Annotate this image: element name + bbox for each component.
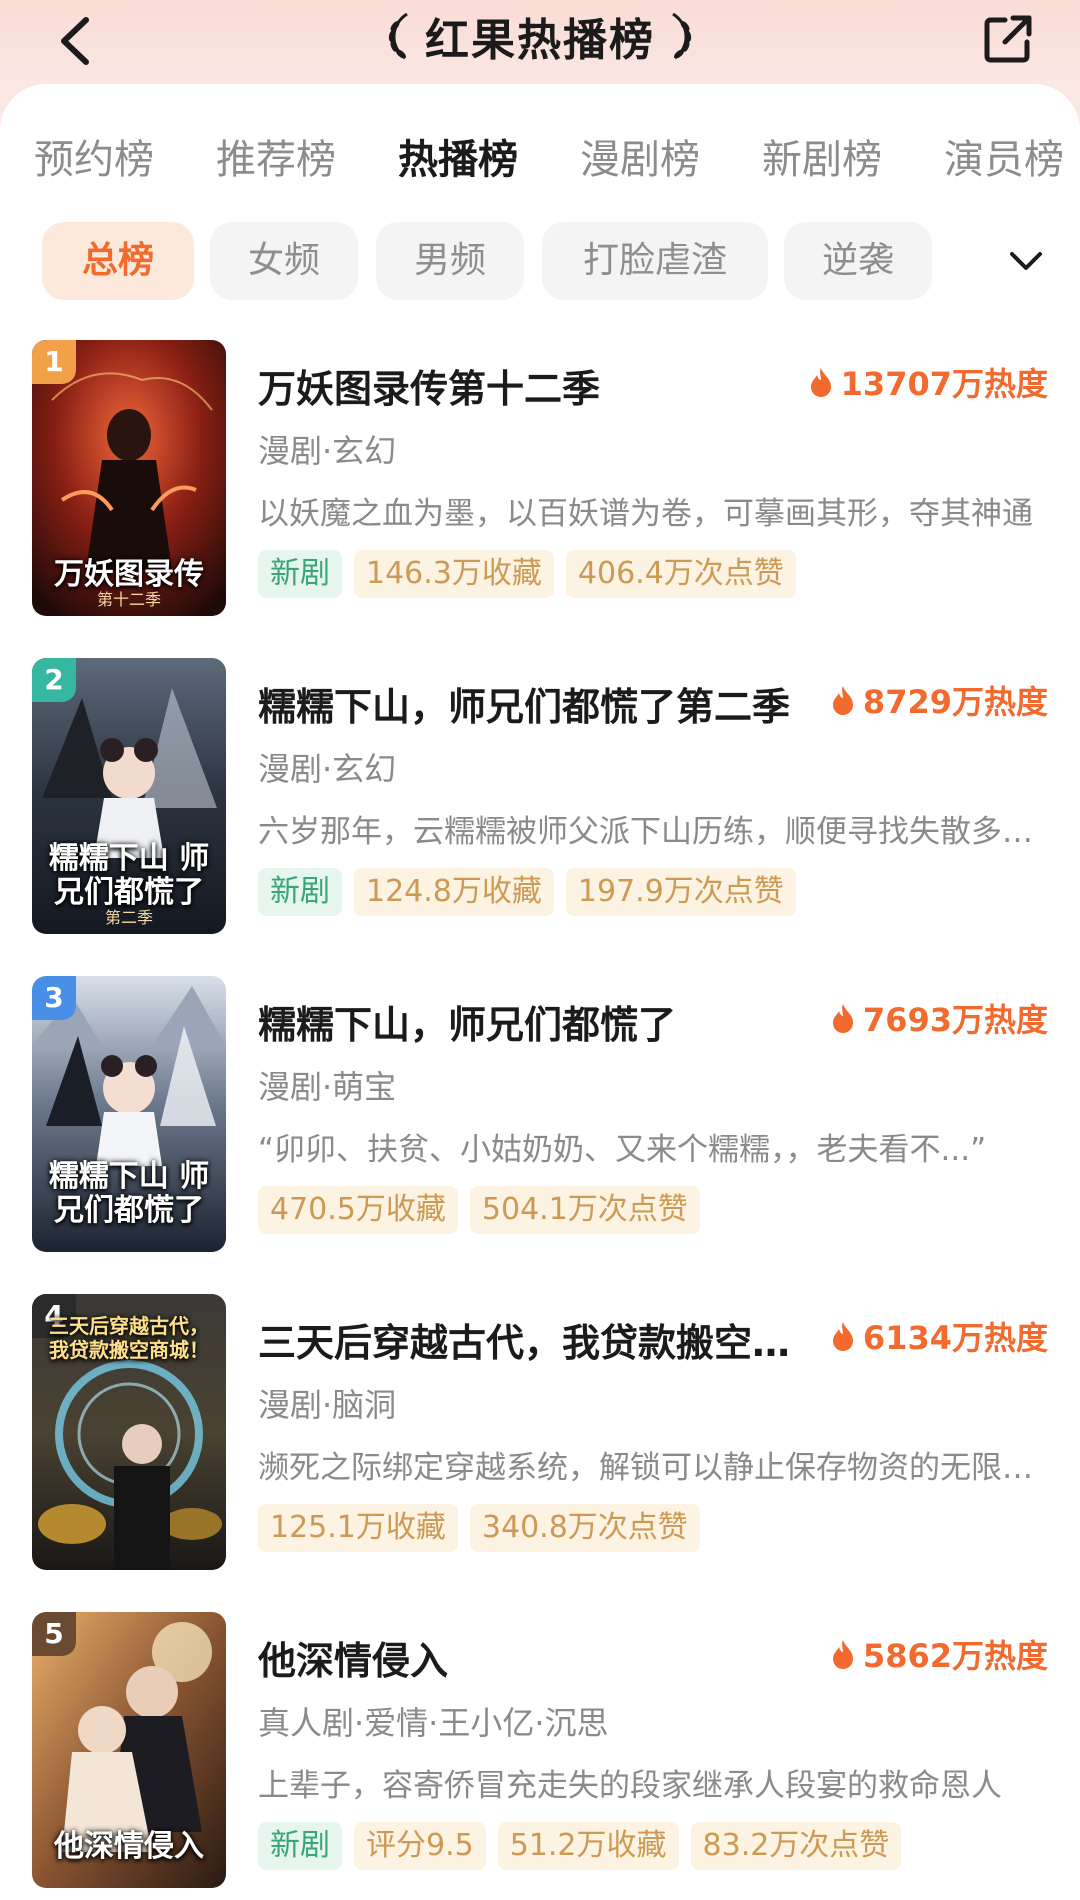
- genre-tags: 漫剧·萌宝: [258, 1068, 397, 1106]
- tab-hot-play[interactable]: 热播榜: [398, 120, 518, 200]
- drama-title[interactable]: 三天后穿越古代，我贷款搬空商城！: [258, 1312, 818, 1367]
- cover-title: 他深情侵入: [54, 1829, 204, 1864]
- synopsis: 濒死之际绑定穿越系统，解锁可以静止保存物资的无限空间: [258, 1450, 1048, 1486]
- tab-comic-drama[interactable]: 漫剧榜: [580, 120, 700, 200]
- synopsis: 六岁那年，云糯糯被师父派下山历练，顺便寻找失散多年的师兄们: [258, 814, 1048, 850]
- filter-comeback[interactable]: 逆袭: [784, 222, 932, 300]
- heat-score: 13707万热度: [809, 360, 1048, 404]
- filter-all[interactable]: 总榜: [42, 222, 194, 300]
- stat-badges: 470.5万收藏 504.1万次点赞: [258, 1186, 712, 1234]
- likes-badge: 197.9万次点赞: [565, 868, 796, 916]
- heat-value: 6134万热度: [862, 1319, 1048, 1357]
- tab-reservation[interactable]: 预约榜: [34, 120, 154, 200]
- rank-badge: 1: [32, 340, 76, 384]
- filter-female[interactable]: 女频: [210, 222, 358, 300]
- cover-title: 三天后穿越古代，我贷款搬空商城！: [49, 1314, 209, 1362]
- flame-icon: [832, 686, 853, 715]
- share-button[interactable]: [975, 6, 1043, 72]
- favorites-badge: 51.2万收藏: [497, 1822, 679, 1870]
- heat-score: 8729万热度: [831, 678, 1048, 722]
- favorites-badge: 124.8万收藏: [354, 868, 554, 916]
- stat-badges: 新剧 评分9.5 51.2万收藏 83.2万次点赞: [258, 1822, 913, 1870]
- list-item[interactable]: 2 糯糯下山 师兄们都慌了 第二季 糯糯下山，师兄们都慌了第二季 8729万热度…: [0, 658, 1080, 934]
- filter-chips: 总榜 女频 男频 打脸虐渣 逆袭: [0, 222, 1080, 302]
- filter-face-slap[interactable]: 打脸虐渣: [542, 222, 768, 300]
- genre-tags: 真人剧·爱情·王小亿·沉思: [258, 1704, 609, 1742]
- cover-title: 糯糯下山 师兄们都慌了: [48, 1159, 210, 1228]
- laurel-left-icon: [388, 12, 408, 60]
- likes-badge: 504.1万次点赞: [469, 1186, 700, 1234]
- tab-recommended[interactable]: 推荐榜: [216, 120, 336, 200]
- cover-title: 糯糯下山 师兄们都慌了: [48, 841, 210, 910]
- chevron-down-icon[interactable]: [1008, 250, 1044, 274]
- tab-new-drama[interactable]: 新剧榜: [762, 120, 882, 200]
- new-badge: 新剧: [258, 1822, 342, 1870]
- heat-score: 6134万热度: [831, 1314, 1048, 1358]
- favorites-badge: 470.5万收藏: [258, 1186, 458, 1234]
- likes-badge: 340.8万次点赞: [469, 1504, 700, 1552]
- heat-value: 7693万热度: [862, 1001, 1048, 1039]
- page-title: 红果热播榜: [425, 15, 655, 66]
- ranking-tabs: 预约榜 推荐榜 热播榜 漫剧榜 新剧榜 演员榜: [0, 120, 1080, 200]
- cover-image: 3 糯糯下山 师兄们都慌了: [32, 976, 226, 1252]
- rating-badge: 评分9.5: [354, 1822, 486, 1870]
- synopsis: 以妖魔之血为墨，以百妖谱为卷，可摹画其形，夺其神通: [258, 496, 1033, 532]
- favorites-badge: 146.3万收藏: [354, 550, 554, 598]
- page-title-block: 红果热播榜: [370, 0, 710, 72]
- filter-male[interactable]: 男频: [376, 222, 524, 300]
- laurel-right-icon: [672, 12, 692, 60]
- heat-score: 5862万热度: [831, 1632, 1048, 1676]
- drama-title[interactable]: 糯糯下山，师兄们都慌了: [258, 994, 818, 1049]
- genre-tags: 漫剧·玄幻: [258, 750, 397, 788]
- synopsis: “卯卯、扶贫、小姑奶奶、又来个糯糯，，老夫看不...”: [258, 1132, 987, 1168]
- rank-badge: 3: [32, 976, 76, 1020]
- stat-badges: 新剧 146.3万收藏 406.4万次点赞: [258, 550, 808, 598]
- tab-actor[interactable]: 演员榜: [944, 120, 1064, 200]
- cover-image: 5 他深情侵入: [32, 1612, 226, 1888]
- share-icon: [984, 15, 1032, 63]
- flame-icon: [810, 368, 831, 397]
- list-item[interactable]: 5 他深情侵入 他深情侵入 5862万热度 真人剧·爱情·王小亿·沉思 上辈子，…: [0, 1612, 1080, 1888]
- heat-value: 5862万热度: [862, 1637, 1048, 1675]
- cover-subtitle: 第十二季: [96, 590, 161, 609]
- rank-badge: 5: [32, 1612, 76, 1656]
- genre-tags: 漫剧·脑洞: [258, 1386, 397, 1424]
- heat-value: 8729万热度: [862, 683, 1048, 721]
- heat-value: 13707万热度: [840, 365, 1048, 403]
- likes-badge: 83.2万次点赞: [690, 1822, 902, 1870]
- stat-badges: 125.1万收藏 340.8万次点赞: [258, 1504, 712, 1552]
- drama-title[interactable]: 他深情侵入: [258, 1630, 818, 1685]
- favorites-badge: 125.1万收藏: [258, 1504, 458, 1552]
- list-item[interactable]: 4 三天后穿越古代，我贷款搬空商城！ 三天后穿越古代，我贷款搬空商城！ 6134…: [0, 1294, 1080, 1570]
- chevron-left-icon: [61, 17, 89, 65]
- flame-icon: [832, 1640, 853, 1669]
- stat-badges: 新剧 124.8万收藏 197.9万次点赞: [258, 868, 808, 916]
- list-item[interactable]: 1 万妖图录传 第十二季 万妖图录传第十二季 13707万热度 漫剧·玄幻 以妖…: [0, 340, 1080, 616]
- rank-badge: 2: [32, 658, 76, 702]
- list-item[interactable]: 3 糯糯下山 师兄们都慌了 糯糯下山，师兄们都慌了 7693万热度 漫剧·萌宝 …: [0, 976, 1080, 1252]
- flame-icon: [832, 1004, 853, 1033]
- drama-title[interactable]: 糯糯下山，师兄们都慌了第二季: [258, 676, 818, 731]
- drama-title[interactable]: 万妖图录传第十二季: [258, 358, 818, 413]
- new-badge: 新剧: [258, 868, 342, 916]
- genre-tags: 漫剧·玄幻: [258, 432, 397, 470]
- flame-icon: [832, 1322, 853, 1351]
- synopsis: 上辈子，容寄侨冒充走失的段家继承人段宴的救命恩人: [258, 1768, 1002, 1804]
- back-button[interactable]: [40, 8, 110, 74]
- cover-subtitle: 第二季: [104, 908, 153, 927]
- cover-image: 1 万妖图录传 第十二季: [32, 340, 226, 616]
- cover-image: 2 糯糯下山 师兄们都慌了 第二季: [32, 658, 226, 934]
- cover-image: 4 三天后穿越古代，我贷款搬空商城！: [32, 1294, 226, 1570]
- new-badge: 新剧: [258, 550, 342, 598]
- likes-badge: 406.4万次点赞: [565, 550, 796, 598]
- heat-score: 7693万热度: [831, 996, 1048, 1040]
